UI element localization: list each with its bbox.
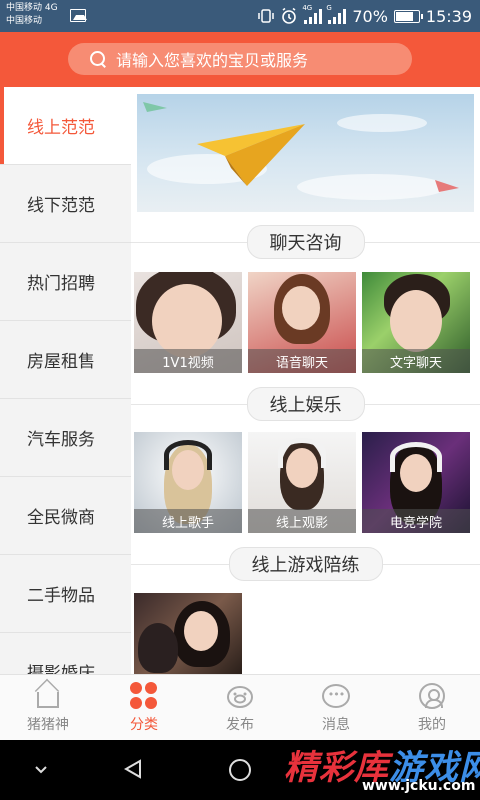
sidebar-item-label: 汽车服务: [27, 430, 95, 450]
sidebar-item-offline[interactable]: 线下范范: [0, 165, 131, 243]
tile-caption: 语音聊天: [248, 349, 356, 373]
tile-caption: 线上观影: [248, 509, 356, 533]
sidebar-item-label: 二手物品: [27, 586, 95, 606]
sidebar-item-housing[interactable]: 房屋租售: [0, 321, 131, 399]
sidebar-item-microbusiness[interactable]: 全民微商: [0, 477, 131, 555]
chevron-down-icon[interactable]: [32, 760, 50, 782]
tile-caption: 电竞学院: [362, 509, 470, 533]
section-title-chat: 聊天咨询: [131, 225, 480, 259]
carrier-info: 中国移动 4G 中国移动: [6, 2, 58, 28]
status-icons: 4G G 70% 15:39: [258, 0, 472, 32]
watermark-url: www.jcku.com: [362, 778, 476, 794]
back-icon[interactable]: [122, 758, 144, 784]
tile-voice-chat[interactable]: 语音聊天: [248, 272, 356, 373]
search-placeholder: 请输入您喜欢的宝贝或服务: [116, 51, 309, 70]
nav-label: 分类: [130, 716, 158, 733]
tile-esports-academy[interactable]: 电竞学院: [362, 432, 470, 533]
game-coaching-grid: [134, 593, 477, 674]
alarm-icon: [280, 7, 298, 25]
watermark-logo: 精彩库游戏网 www.jcku.com: [282, 738, 480, 800]
chat-grid: 1V1视频 语音聊天 文字聊天: [134, 272, 477, 373]
sidebar-item-label: 全民微商: [27, 508, 95, 528]
tile-caption: 1V1视频: [134, 349, 242, 373]
section-title-game-coaching: 线上游戏陪练: [131, 547, 480, 581]
sidebar-item-auto[interactable]: 汽车服务: [0, 399, 131, 477]
signal-g-icon: G: [326, 4, 347, 24]
clock: 15:39: [425, 6, 472, 26]
tile-caption: 线上歌手: [134, 509, 242, 533]
section-title-label: 线上娱乐: [246, 387, 365, 421]
tile-caption: 文字聊天: [362, 349, 470, 373]
header-bar: 请输入您喜欢的宝贝或服务: [0, 32, 480, 87]
sidebar-item-secondhand[interactable]: 二手物品: [0, 555, 131, 633]
message-icon: [322, 682, 350, 710]
section-title-entertainment: 线上娱乐: [131, 387, 480, 421]
sidebar-item-jobs[interactable]: 热门招聘: [0, 243, 131, 321]
nav-home[interactable]: 猪猪神: [0, 675, 96, 740]
section-title-label: 线上游戏陪练: [228, 547, 383, 581]
sidebar-item-label: 摄影婚庆: [27, 664, 95, 674]
sidebar-item-online[interactable]: 线上范范: [0, 87, 131, 165]
nav-label: 猪猪神: [27, 716, 69, 733]
search-icon: [90, 51, 106, 67]
signal-4g-icon: 4G: [302, 4, 323, 24]
status-bar: 中国移动 4G 中国移动 4G G 70% 15:39: [0, 0, 480, 32]
tile-online-movie[interactable]: 线上观影: [248, 432, 356, 533]
vibrate-icon: [258, 8, 275, 24]
search-bar[interactable]: 请输入您喜欢的宝贝或服务: [68, 43, 412, 75]
profile-icon: [418, 682, 446, 710]
nav-profile[interactable]: 我的: [384, 675, 480, 740]
carrier-line-1: 中国移动 4G: [6, 3, 58, 13]
home-icon: [34, 682, 62, 710]
category-icon: [130, 681, 158, 710]
nav-messages[interactable]: 消息: [288, 675, 384, 740]
tile-online-singer[interactable]: 线上歌手: [134, 432, 242, 533]
nav-label: 消息: [322, 716, 350, 733]
battery-icon: [393, 9, 423, 23]
paper-plane-icon: [143, 102, 459, 192]
network-tag-g: G: [326, 4, 332, 12]
network-tag-4g: 4G: [302, 4, 313, 12]
battery-percent: 70%: [352, 6, 388, 26]
bottom-navigation: 猪猪神 分类 发布 消息 我的: [0, 674, 480, 740]
sidebar-item-label: 热门招聘: [27, 274, 95, 294]
category-content: 聊天咨询 1V1视频 语音聊天 文字聊天 线上娱乐 线上歌手 线上观影 电竞学院…: [131, 87, 480, 674]
promo-banner[interactable]: [137, 94, 474, 212]
entertainment-grid: 线上歌手 线上观影 电竞学院: [134, 432, 477, 533]
nav-label: 发布: [226, 716, 254, 733]
home-circle-icon[interactable]: [228, 758, 252, 786]
sidebar-item-label: 线下范范: [27, 196, 95, 216]
nav-label: 我的: [418, 716, 446, 733]
publish-icon: [226, 682, 254, 710]
image-notification-icon: [70, 9, 87, 22]
tile-text-chat[interactable]: 文字聊天: [362, 272, 470, 373]
sidebar-item-wedding-photo[interactable]: 摄影婚庆: [0, 633, 131, 674]
tile-video-chat[interactable]: 1V1视频: [134, 272, 242, 373]
sidebar-item-label: 房屋租售: [27, 352, 95, 372]
nav-category[interactable]: 分类: [96, 675, 192, 740]
nav-publish[interactable]: 发布: [192, 675, 288, 740]
tile-game-coaching[interactable]: [134, 593, 242, 674]
carrier-line-2: 中国移动: [6, 16, 43, 26]
category-sidebar: 线上范范 线下范范 热门招聘 房屋租售 汽车服务 全民微商 二手物品 摄影婚庆: [0, 87, 131, 674]
section-title-label: 聊天咨询: [246, 225, 365, 259]
sidebar-item-label: 线上范范: [27, 118, 95, 138]
